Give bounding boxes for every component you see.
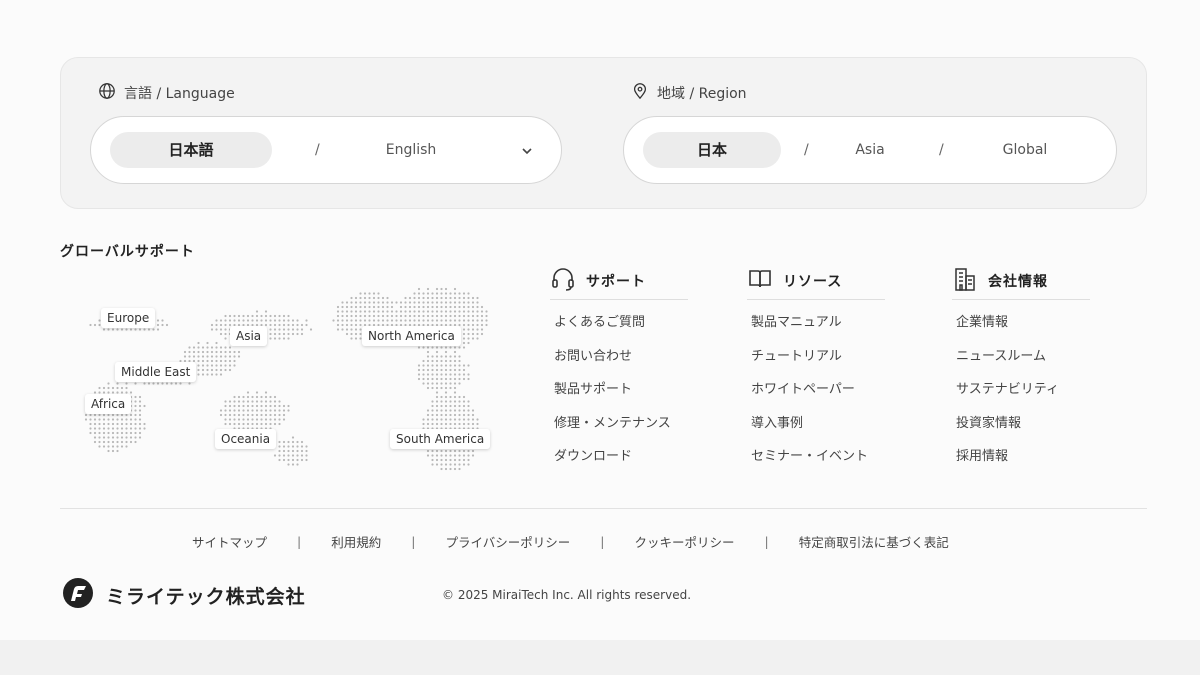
support-links: よくあるご質問 お問い合わせ 製品サポート 修理・メンテナンス ダウンロード [550,314,688,482]
language-label: 言語 / Language [124,86,235,102]
resources-link-manual[interactable]: 製品マニュアル [751,314,885,348]
region-option-asia[interactable]: Asia [839,132,901,168]
support-column: サポート よくあるご質問 お問い合わせ 製品サポート 修理・メンテナンス ダウン… [550,266,688,482]
legal-separator: | [764,534,769,549]
map-label-europe[interactable]: Europe [101,308,156,328]
resources-column: リソース 製品マニュアル チュートリアル ホワイトペーパー 導入事例 セミナー・… [747,268,885,482]
map-label-oceania[interactable]: Oceania [215,429,277,449]
locale-selector-panel: 言語 / Language 日本語 / English 地域 / Region … [60,57,1147,209]
copyright-text: © 2025 MiraiTech Inc. All rights reserve… [442,588,692,602]
resources-link-seminar[interactable]: セミナー・イベント [751,448,885,482]
resources-link-tutorial[interactable]: チュートリアル [751,348,885,382]
legal-links: サイトマップ | 利用規約 | プライバシーポリシー | クッキーポリシー | … [192,532,949,551]
global-support-title: グローバルサポート [60,244,195,260]
support-link-faq[interactable]: よくあるご質問 [554,314,688,348]
company-link-about[interactable]: 企業情報 [956,314,1090,348]
bottom-strip [0,640,1200,675]
region-selector[interactable]: 日本 / Asia / Global [623,116,1117,184]
resources-column-header: リソース [747,268,885,300]
resources-link-whitepaper[interactable]: ホワイトペーパー [751,381,885,415]
region-separator: / [939,142,944,158]
legal-link-sitemap[interactable]: サイトマップ [192,532,267,551]
globe-icon [98,82,116,104]
language-option-japanese[interactable]: 日本語 [110,132,272,168]
region-option-japan[interactable]: 日本 [643,132,781,168]
resources-links: 製品マニュアル チュートリアル ホワイトペーパー 導入事例 セミナー・イベント [747,314,885,482]
language-label-group: 言語 / Language [98,82,235,104]
company-link-newsroom[interactable]: ニュースルーム [956,348,1090,382]
chevron-down-icon[interactable] [520,143,534,157]
company-logo-icon [62,577,94,614]
company-column-header: 会社情報 [952,266,1090,300]
support-column-title: サポート [586,273,646,290]
support-link-product-support[interactable]: 製品サポート [554,381,688,415]
map-label-africa[interactable]: Africa [85,394,132,414]
support-column-header: サポート [550,266,688,300]
language-option-english[interactable]: English [366,132,456,168]
region-separator: / [804,142,809,158]
legal-link-privacy[interactable]: プライバシーポリシー [445,532,570,551]
legal-link-terms[interactable]: 利用規約 [331,532,381,551]
company-link-careers[interactable]: 採用情報 [956,448,1090,482]
legal-link-cookie[interactable]: クッキーポリシー [634,532,734,551]
company-name: ミライテック株式会社 [106,586,306,608]
region-option-global[interactable]: Global [989,132,1061,168]
map-label-south-america[interactable]: South America [390,429,491,449]
support-link-repair[interactable]: 修理・メンテナンス [554,415,688,449]
company-column: 会社情報 企業情報 ニュースルーム サステナビリティ 投資家情報 採用情報 [952,266,1090,482]
headset-icon [550,266,576,296]
legal-separator: | [600,534,605,549]
map-label-middle-east[interactable]: Middle East [115,362,197,382]
region-label: 地域 / Region [657,86,747,102]
company-link-sustainability[interactable]: サステナビリティ [956,381,1090,415]
footer-divider [60,508,1147,509]
support-link-contact[interactable]: お問い合わせ [554,348,688,382]
map-label-asia[interactable]: Asia [230,326,268,346]
location-pin-icon [631,82,649,104]
building-icon [952,266,978,296]
company-links: 企業情報 ニュースルーム サステナビリティ 投資家情報 採用情報 [952,314,1090,482]
resources-column-title: リソース [783,273,843,290]
legal-separator: | [297,534,302,549]
resources-link-case-studies[interactable]: 導入事例 [751,415,885,449]
company-column-title: 会社情報 [988,273,1048,290]
brand[interactable]: ミライテック株式会社 [62,577,306,614]
language-separator: / [315,142,320,158]
world-map: Europe Asia North America Middle East Af… [60,272,510,487]
footer-page: 言語 / Language 日本語 / English 地域 / Region … [0,0,1200,640]
legal-separator: | [411,534,416,549]
company-link-investors[interactable]: 投資家情報 [956,415,1090,449]
legal-link-commercial-law[interactable]: 特定商取引法に基づく表記 [799,532,949,551]
map-label-north-america[interactable]: North America [362,326,461,346]
book-icon [747,266,773,296]
region-label-group: 地域 / Region [631,82,747,104]
language-selector[interactable]: 日本語 / English [90,116,562,184]
support-link-download[interactable]: ダウンロード [554,448,688,482]
